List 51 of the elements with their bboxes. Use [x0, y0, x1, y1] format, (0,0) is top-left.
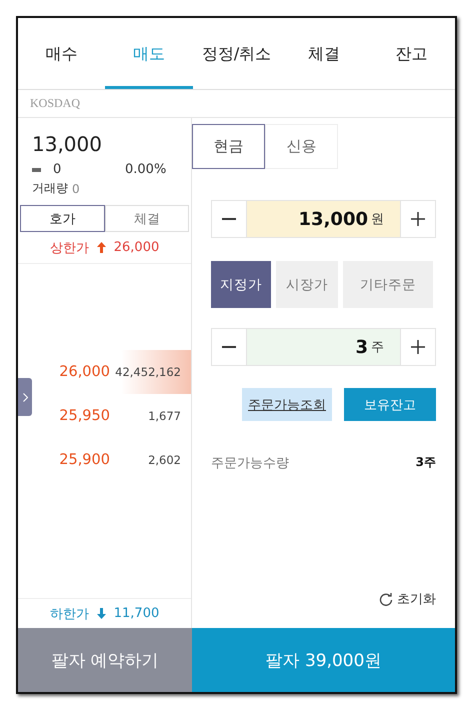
order-type-button[interactable]: 시장가: [276, 261, 338, 308]
plus-button[interactable]: [401, 201, 435, 237]
price-value: 13,000: [298, 208, 368, 230]
reset-button[interactable]: 초기화: [379, 590, 436, 608]
side-handle[interactable]: [18, 378, 32, 416]
tab[interactable]: 체결: [280, 18, 368, 89]
available-quantity-value: 3주: [416, 454, 436, 471]
market-label: KOSDAQ: [18, 90, 455, 118]
minus-icon: [222, 218, 236, 220]
tab[interactable]: 호가: [20, 205, 104, 232]
volume-value: 0: [72, 182, 80, 196]
tab[interactable]: 체결: [104, 205, 189, 232]
tab[interactable]: 신용: [265, 124, 338, 169]
plus-icon: [411, 340, 425, 354]
ask-price: 25,900: [58, 452, 110, 468]
quantity-unit: 주: [371, 339, 384, 356]
lower-limit-label: 하한가: [50, 606, 89, 622]
order-query-button[interactable]: 주문가능조회: [242, 388, 332, 421]
price-stepper[interactable]: 13,000 원: [211, 200, 436, 238]
tab[interactable]: 현금: [192, 124, 265, 169]
up-arrow-icon: [96, 242, 106, 253]
tab[interactable]: 정정/취소: [192, 18, 280, 89]
plus-icon: [411, 212, 425, 226]
quantity-value: 3: [355, 336, 368, 358]
lower-limit-price: 11,700: [114, 606, 160, 621]
chevron-right-icon: [22, 392, 28, 402]
order-type-button[interactable]: 기타주문: [343, 261, 433, 308]
refresh-icon: [379, 592, 393, 606]
ask-volume: 2,602: [147, 453, 182, 467]
tab[interactable]: 잔고: [368, 18, 455, 89]
available-quantity-label: 주문가능수량: [211, 455, 289, 472]
quantity-stepper[interactable]: 3 주: [211, 328, 436, 366]
ask-volume: 1,677: [147, 409, 182, 423]
price-change: 0: [53, 162, 62, 177]
upper-limit-label: 상한가: [50, 240, 89, 256]
down-arrow-icon: [96, 608, 106, 619]
change-rate: 0.00%: [125, 162, 166, 177]
price-unit: 원: [371, 211, 384, 228]
tab[interactable]: 매수: [18, 18, 106, 89]
volume-label: 거래량: [32, 180, 68, 197]
minus-button[interactable]: [212, 201, 246, 237]
order-type-button[interactable]: 지정가: [211, 261, 271, 308]
plus-button[interactable]: [401, 329, 435, 365]
minus-button[interactable]: [212, 329, 246, 365]
current-price: 13,000: [31, 131, 103, 156]
minus-icon: [222, 346, 236, 348]
ask-volume: 42,452,162: [114, 365, 182, 379]
upper-limit-price: 26,000: [114, 240, 160, 255]
ask-price: 26,000: [58, 364, 110, 380]
flat-change-icon: [32, 168, 41, 172]
ask-price: 25,950: [58, 408, 110, 424]
